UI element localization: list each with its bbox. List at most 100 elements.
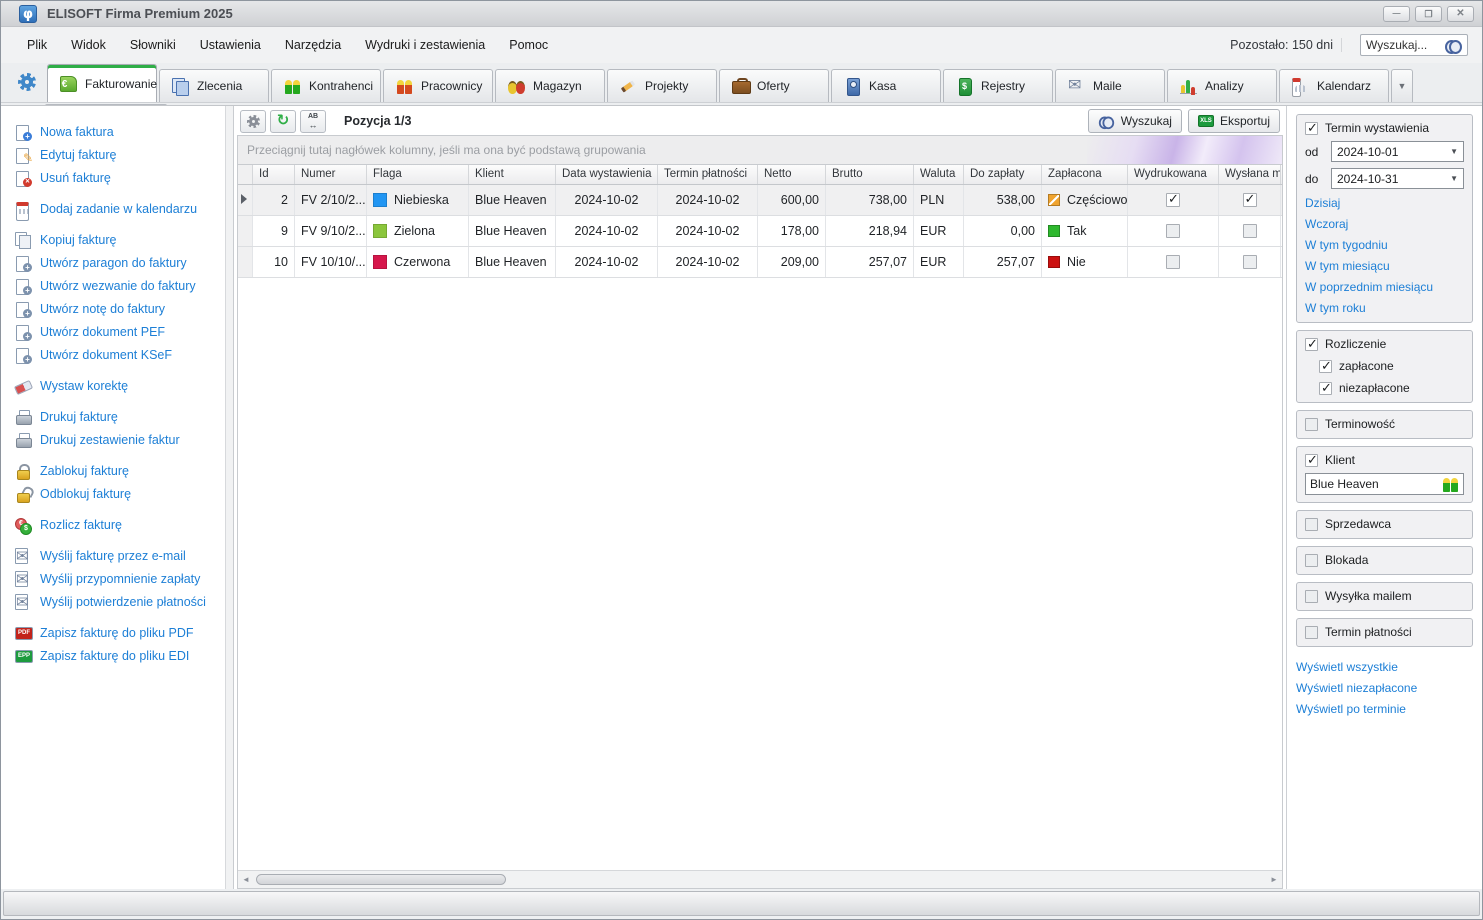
column-header[interactable]: Numer (295, 165, 367, 184)
filter-checkbox[interactable] (1305, 454, 1318, 467)
sidebar-action[interactable]: Usuń fakturę (15, 166, 225, 189)
sidebar-action[interactable]: Drukuj fakturę (15, 405, 225, 428)
display-filter-link[interactable]: Wyświetl niezapłacone (1296, 678, 1473, 699)
close-button[interactable] (1447, 6, 1474, 22)
refresh-button[interactable] (270, 110, 296, 133)
sidebar-action[interactable]: Zapisz fakturę do pliku PDF (15, 621, 225, 644)
grouping-drop-zone[interactable]: Przeciągnij tutaj nagłówek kolumny, jeśl… (238, 136, 1282, 165)
filter-option-checkbox[interactable] (1319, 360, 1332, 373)
sidebar-action[interactable]: Nowa faktura (15, 120, 225, 143)
column-header[interactable]: Klient (469, 165, 556, 184)
filter-checkbox[interactable] (1305, 626, 1318, 639)
column-header[interactable]: Wysłana ma (1219, 165, 1281, 184)
filter-option-checkbox[interactable] (1319, 382, 1332, 395)
client-picker-icon[interactable] (1442, 477, 1459, 492)
date-preset-link[interactable]: W tym tygodniu (1305, 238, 1464, 252)
sidebar-action[interactable]: Wystaw korektę (15, 374, 225, 397)
display-filter-link[interactable]: Wyświetl po terminie (1296, 699, 1473, 720)
grid-settings-button[interactable] (240, 110, 266, 133)
menu-item[interactable]: Wydruki i zestawienia (353, 32, 497, 58)
sidebar-action[interactable]: Wyślij potwierdzenie płatności (15, 590, 225, 613)
ribbon-tab[interactable]: Kontrahenci (271, 69, 381, 102)
filter-checkbox[interactable] (1305, 418, 1318, 431)
display-filter-link[interactable]: Wyświetl wszystkie (1296, 657, 1473, 678)
date-preset-link[interactable]: W tym roku (1305, 301, 1464, 315)
scrollbar-thumb[interactable] (256, 874, 506, 885)
sidebar-action[interactable]: Kopiuj fakturę (15, 228, 225, 251)
column-header[interactable]: Flaga (367, 165, 469, 184)
ribbon-tab[interactable]: Kalendarz (1279, 69, 1389, 102)
ribbon-tab[interactable]: Maile (1055, 69, 1165, 102)
sidebar-action[interactable]: Utwórz notę do faktury (15, 297, 225, 320)
ribbon-overflow-button[interactable] (1391, 69, 1413, 102)
sidebar-action[interactable]: Zapisz fakturę do pliku EDI (15, 644, 225, 667)
sidebar-action[interactable]: Dodaj zadanie w kalendarzu (15, 197, 225, 220)
search-button[interactable]: Wyszukaj (1088, 109, 1182, 133)
column-header[interactable]: Termin płatności (658, 165, 758, 184)
printed-checkbox[interactable] (1166, 224, 1180, 238)
emailed-checkbox[interactable] (1243, 255, 1257, 269)
printed-checkbox[interactable] (1166, 255, 1180, 269)
client-filter-input[interactable]: Blue Heaven (1305, 473, 1464, 495)
sidebar-action[interactable]: Rozlicz fakturę (15, 513, 225, 536)
horizontal-scrollbar[interactable] (238, 870, 1282, 888)
filter-checkbox[interactable] (1305, 122, 1318, 135)
filter-checkbox[interactable] (1305, 590, 1318, 603)
ribbon-tab[interactable]: Rejestry (943, 69, 1053, 102)
column-header[interactable]: Wydrukowana (1128, 165, 1219, 184)
table-row[interactable]: 2 FV 2/10/2... Niebieska Blue Heaven 202… (238, 185, 1282, 216)
menu-item[interactable]: Pomoc (497, 32, 560, 58)
filter-checkbox[interactable] (1305, 518, 1318, 531)
export-button[interactable]: Eksportuj (1188, 109, 1280, 133)
menu-item[interactable]: Ustawienia (188, 32, 273, 58)
sidebar-action[interactable]: Drukuj zestawienie faktur (15, 428, 225, 451)
table-row[interactable]: 9 FV 9/10/2... Zielona Blue Heaven 2024-… (238, 216, 1282, 247)
column-header[interactable]: Data wystawienia (556, 165, 658, 184)
date-preset-link[interactable]: W tym miesiącu (1305, 259, 1464, 273)
column-header[interactable]: Zapłacona (1042, 165, 1128, 184)
minimize-button[interactable] (1383, 6, 1410, 22)
filter-checkbox[interactable] (1305, 554, 1318, 567)
printed-checkbox[interactable] (1166, 193, 1180, 207)
table-row[interactable]: 10 FV 10/10/... Czerwona Blue Heaven 202… (238, 247, 1282, 278)
column-header[interactable]: Do zapłaty (964, 165, 1042, 184)
sidebar-action[interactable]: Zablokuj fakturę (15, 459, 225, 482)
ribbon-tab[interactable]: Kasa (831, 69, 941, 102)
column-header[interactable]: Netto (758, 165, 826, 184)
sidebar-action[interactable]: Edytuj fakturę (15, 143, 225, 166)
sidebar-action[interactable]: Utwórz dokument PEF (15, 320, 225, 343)
ribbon-tab[interactable]: Fakturowanie (47, 64, 157, 102)
menu-item[interactable]: Narzędzia (273, 32, 353, 58)
date-preset-link[interactable]: Wczoraj (1305, 217, 1464, 231)
emailed-checkbox[interactable] (1243, 193, 1257, 207)
ribbon-tab[interactable]: Pracownicy (383, 69, 493, 102)
filter-checkbox[interactable] (1305, 338, 1318, 351)
ribbon-tab[interactable]: Analizy (1167, 69, 1277, 102)
sidebar-action[interactable]: Wyślij fakturę przez e-mail (15, 544, 225, 567)
ribbon-tab[interactable]: Oferty (719, 69, 829, 102)
column-header[interactable]: Waluta (914, 165, 964, 184)
date-to-select[interactable]: 2024-10-31 (1331, 168, 1464, 189)
sidebar-action[interactable]: Odblokuj fakturę (15, 482, 225, 505)
date-preset-link[interactable]: Dzisiaj (1305, 196, 1464, 210)
sidebar-action[interactable]: Wyślij przypomnienie zapłaty (15, 567, 225, 590)
sidebar-action[interactable]: Utwórz wezwanie do faktury (15, 274, 225, 297)
date-preset-link[interactable]: W poprzednim miesiącu (1305, 280, 1464, 294)
autofit-columns-button[interactable] (300, 110, 326, 133)
menu-item[interactable]: Widok (59, 32, 118, 58)
sidebar-action[interactable]: Utwórz dokument KSeF (15, 343, 225, 366)
ribbon-tab[interactable]: Zlecenia (159, 69, 269, 102)
sidebar-action[interactable]: Utwórz paragon do faktury (15, 251, 225, 274)
scroll-right-arrow[interactable] (1268, 873, 1280, 886)
app-settings-button[interactable] (7, 62, 47, 102)
date-from-select[interactable]: 2024-10-01 (1331, 141, 1464, 162)
menu-item[interactable]: Słowniki (118, 32, 188, 58)
column-header[interactable]: Brutto (826, 165, 914, 184)
menu-item[interactable]: Plik (15, 32, 59, 58)
global-search-input[interactable]: Wyszukaj... (1360, 34, 1468, 56)
column-header[interactable]: Id (253, 165, 295, 184)
scroll-left-arrow[interactable] (240, 873, 252, 886)
ribbon-tab[interactable]: Magazyn (495, 69, 605, 102)
sidebar-splitter[interactable] (225, 106, 234, 889)
ribbon-tab[interactable]: Projekty (607, 69, 717, 102)
